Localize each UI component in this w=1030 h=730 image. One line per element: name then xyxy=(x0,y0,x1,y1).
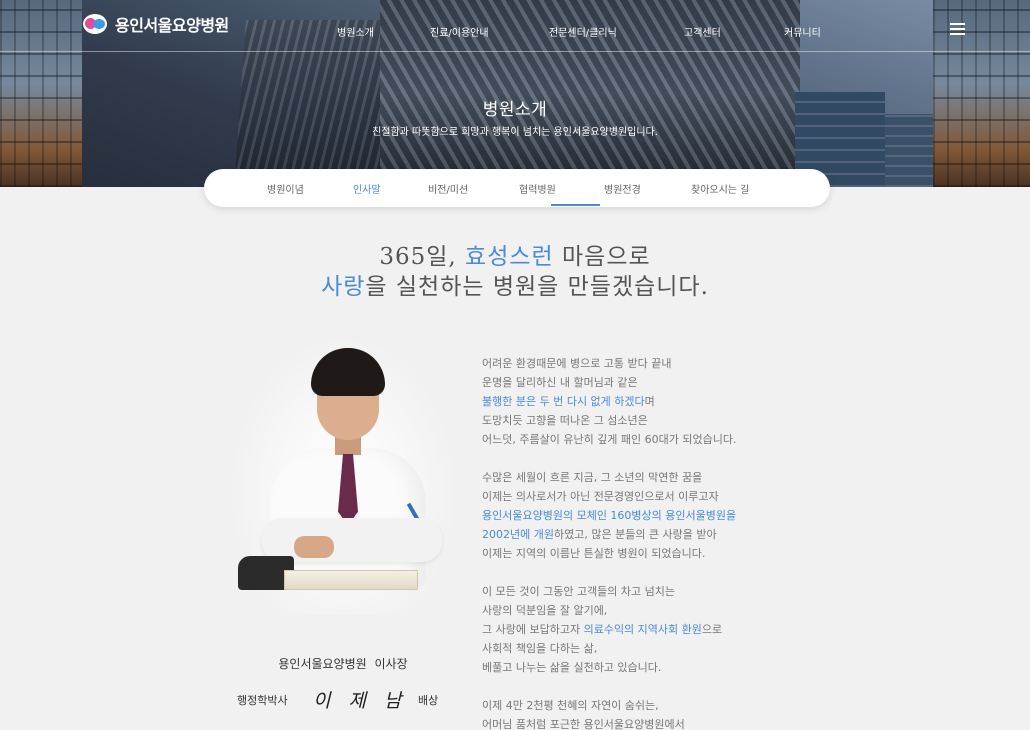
message-line: 이 모든 것이 그동안 고객들의 차고 넘치는 xyxy=(482,585,676,598)
message-line: 2002년에 개원하였고, 많은 분들의 큰 사랑을 받아 xyxy=(482,525,782,544)
tab-vision[interactable]: 비전/미션 xyxy=(428,181,468,196)
headline-line-1: 365일, 효성스런 마음으로 xyxy=(0,242,1030,272)
tab-hospital-view[interactable]: 병원전경 xyxy=(604,181,641,196)
top-navigation-bar: 용인서울요양병원 병원소개 진료/이용안내 전문센터/클리닉 고객센터 커뮤니티 xyxy=(0,0,1030,52)
message-text: 으로 xyxy=(701,623,723,636)
nav-item-customer[interactable]: 고객센터 xyxy=(684,24,721,39)
message-line: 이제는 지역의 이름난 튼실한 병원이 되었습니다. xyxy=(482,547,706,560)
chairman-title: 용인서울요양병원 이사장 xyxy=(278,657,408,671)
headline-text: 365일, xyxy=(379,244,466,270)
headline-text: 마음으로 xyxy=(553,244,651,270)
message-line: 어려운 환경때문에 병으로 고통 받다 끝내 xyxy=(482,357,672,370)
menu-icon[interactable] xyxy=(950,23,965,35)
headline-highlight: 효성스런 xyxy=(465,244,554,270)
message-line: 불행한 분은 두 번 다시 없게 하겠다며 xyxy=(482,392,782,411)
message-line: 어느덧, 주름살이 유난히 깊게 패인 60대가 되었습니다. xyxy=(482,433,737,446)
main-menu: 병원소개 진료/이용안내 전문센터/클리닉 고객센터 커뮤니티 xyxy=(0,24,1030,40)
headline-highlight: 사랑 xyxy=(321,274,366,300)
page-subtitle: 친절함과 따뜻함으로 희망과 행복이 넘치는 용인서울요양병원입니다. xyxy=(372,127,658,138)
sub-navigation: 병원이념 인사말 비전/미션 협력병원 병원전경 찾아오시는 길 xyxy=(204,169,830,207)
greeting-headline: 365일, 효성스런 마음으로 사랑을 실천하는 병원을 만들겠습니다. xyxy=(0,242,1030,302)
message-text: 그 사랑에 보답하고자 xyxy=(482,623,584,636)
message-line: 용인서울요양병원의 모체인 160병상의 용인서울병원을 xyxy=(482,506,782,525)
headline-line-2: 사랑을 실천하는 병원을 만들겠습니다. xyxy=(0,272,1030,302)
chairman-degree: 행정학박사 xyxy=(237,694,288,707)
nav-item-community[interactable]: 커뮤니티 xyxy=(784,24,821,39)
message-line: 이제는 의사로서가 아닌 전문경영인으로서 이루고자 xyxy=(482,490,719,503)
tab-greeting[interactable]: 인사말 xyxy=(353,181,381,196)
tab-philosophy[interactable]: 병원이념 xyxy=(267,181,304,196)
message-highlight: 용인서울요양병원의 모체인 160병상의 용인서울병원을 xyxy=(482,509,737,522)
message-highlight: 의료수익의 지역사회 환원 xyxy=(583,623,702,636)
message-line: 베풀고 나누는 삶을 실천하고 있습니다. xyxy=(482,661,662,674)
message-line: 그 사랑에 보답하고자 의료수익의 지역사회 환원으로 xyxy=(482,620,782,639)
message-line: 사회적 책임을 다하는 삶, xyxy=(482,642,598,655)
page-title: 병원소개 xyxy=(482,100,548,120)
tab-partner-hospitals[interactable]: 협력병원 xyxy=(519,181,556,196)
message-line: 수많은 세월이 흐른 지금, 그 소년의 막연한 꿈을 xyxy=(482,471,703,484)
chairman-name: 이 제 남 xyxy=(313,690,408,712)
message-line: 사랑의 덕분임을 잘 알기에, xyxy=(482,604,608,617)
greeting-message: 어려운 환경때문에 병으로 고통 받다 끝내 운명을 달리하신 내 할머님과 같… xyxy=(482,354,782,730)
nav-item-care-guide[interactable]: 진료/이용안내 xyxy=(430,24,489,39)
message-line: 운명을 달리하신 내 할머님과 같은 xyxy=(482,376,638,389)
message-line: 도망치듯 고향을 떠나온 그 섬소년은 xyxy=(482,414,648,427)
message-line: 이제 4만 2천평 천혜의 자연이 숨쉬는, xyxy=(482,699,659,712)
message-text: 며 xyxy=(644,395,655,408)
hero-banner: 용인서울요양병원 병원소개 진료/이용안내 전문센터/클리닉 고객센터 커뮤니티… xyxy=(0,0,1030,187)
message-text: 하였고, 많은 분들의 큰 사랑을 받아 xyxy=(553,528,717,541)
chairman-signature: 행정학박사 이 제 남 배상 xyxy=(232,686,454,712)
tab-directions[interactable]: 찾아오시는 길 xyxy=(691,181,749,196)
chairman-portrait xyxy=(232,340,454,615)
message-highlight: 불행한 분은 두 번 다시 없게 하겠다 xyxy=(482,395,645,408)
nav-item-centers[interactable]: 전문센터/클리닉 xyxy=(549,24,617,39)
headline-text: 을 실천하는 병원을 만들겠습니다. xyxy=(365,274,709,300)
chairman-closing: 배상 xyxy=(418,694,439,707)
active-tab-indicator xyxy=(551,204,600,206)
message-highlight: 2002년에 개원 xyxy=(482,528,554,541)
nav-item-about[interactable]: 병원소개 xyxy=(337,24,374,39)
message-line: 어머님 품처럼 포근한 용인서울요양병원에서 xyxy=(482,718,685,730)
